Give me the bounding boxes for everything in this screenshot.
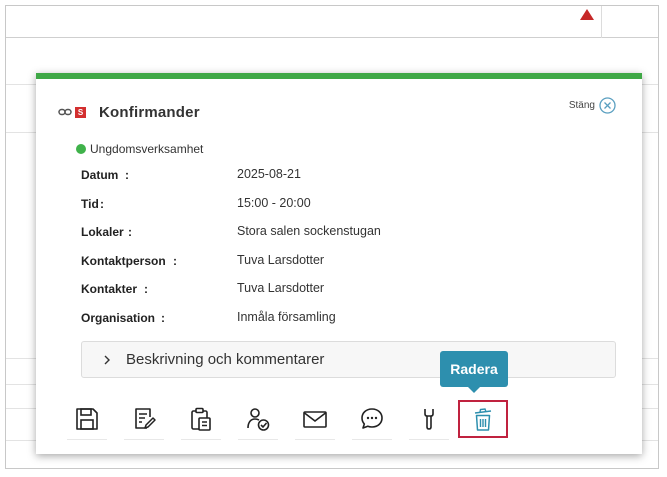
detail-value: Tuva Larsdotter: [237, 252, 325, 267]
save-button[interactable]: [67, 399, 107, 440]
person-check-icon: [247, 408, 270, 431]
detail-colon: :: [173, 253, 177, 268]
delete-tooltip: Radera: [440, 351, 508, 393]
detail-label: Organisation: [81, 310, 156, 325]
status-badge: S: [75, 106, 86, 118]
comment-button[interactable]: [352, 399, 392, 440]
detail-colon: :: [161, 310, 165, 325]
delete-button[interactable]: [458, 400, 508, 438]
close-label: Stäng: [568, 100, 595, 111]
detail-row-tid: Tid : 15:00 - 20:00: [81, 194, 501, 223]
warning-icon: [580, 9, 594, 20]
close-icon: [599, 97, 616, 114]
link-icon[interactable]: [58, 107, 72, 117]
tools-button[interactable]: [409, 399, 449, 440]
assign-person-button[interactable]: [238, 399, 278, 440]
chevron-right-icon: [102, 355, 112, 365]
detail-value: 15:00 - 20:00: [237, 195, 311, 210]
edit-document-icon: [135, 408, 156, 429]
detail-value: 2025-08-21: [237, 167, 301, 181]
edit-button[interactable]: [124, 399, 164, 440]
details-list: Datum : 2025-08-21 Tid : 15:00 - 20:00 L…: [81, 165, 501, 337]
detail-label: Kontakter: [81, 282, 138, 297]
popup-header: S Konfirmander: [58, 101, 200, 123]
detail-value: Inmåla församling: [237, 309, 336, 324]
mail-icon: [303, 411, 327, 428]
detail-colon: :: [128, 225, 132, 240]
booking-popup: S Konfirmander Stäng Ungdomsverksamhet D…: [36, 73, 642, 454]
category-label: Ungdomsverksamhet: [90, 142, 204, 156]
detail-value: Tuva Larsdotter: [237, 281, 325, 296]
trash-icon: [474, 408, 492, 431]
popup-title: Konfirmander: [99, 103, 200, 121]
detail-colon: :: [125, 168, 129, 182]
accordion-label: Beskrivning och kommentarer: [126, 351, 325, 368]
detail-row-lokaler: Lokaler : Stora salen sockenstugan: [81, 222, 501, 251]
detail-label: Kontaktperson: [81, 253, 166, 268]
detail-value: Stora salen sockenstugan: [237, 224, 381, 239]
detail-colon: :: [144, 282, 148, 297]
close-button[interactable]: Stäng: [569, 97, 616, 114]
clipboard-icon: [191, 407, 211, 431]
save-icon: [76, 408, 98, 430]
category-dot: [76, 144, 86, 154]
chat-icon: [361, 408, 383, 429]
clipboard-button[interactable]: [181, 399, 221, 440]
background-topbar: [6, 6, 658, 38]
mail-button[interactable]: [295, 399, 335, 440]
description-accordion[interactable]: Beskrivning och kommentarer: [81, 341, 616, 378]
detail-row-kontakter: Kontakter : Tuva Larsdotter: [81, 279, 501, 308]
detail-label: Datum: [81, 168, 119, 182]
detail-row-organisation: Organisation : Inmåla församling: [81, 308, 501, 337]
wrench-icon: [424, 409, 434, 430]
detail-row-kontaktperson: Kontaktperson : Tuva Larsdotter: [81, 251, 501, 280]
background-field[interactable]: [6, 6, 602, 38]
detail-row-datum: Datum : 2025-08-21: [81, 165, 501, 194]
detail-colon: :: [100, 196, 104, 211]
detail-label: Lokaler: [81, 225, 124, 240]
category-tag: Ungdomsverksamhet: [76, 142, 203, 156]
